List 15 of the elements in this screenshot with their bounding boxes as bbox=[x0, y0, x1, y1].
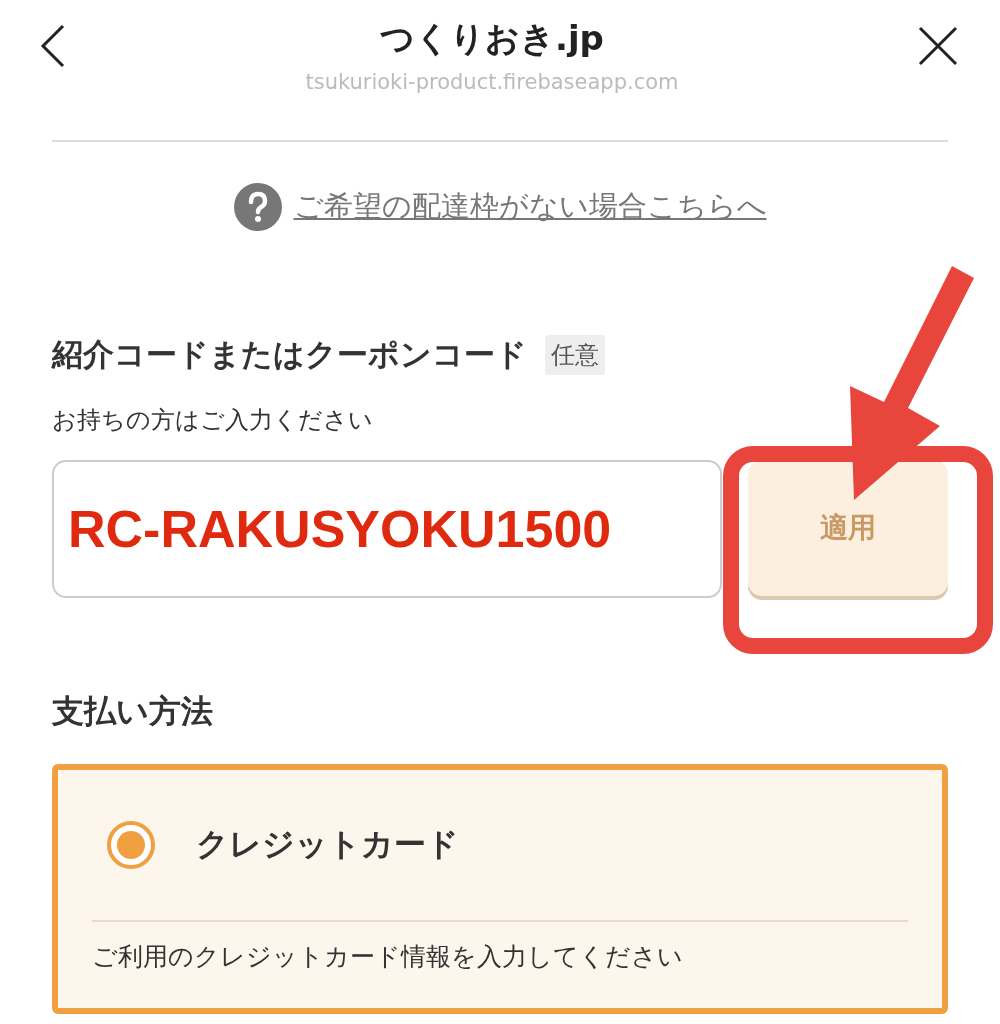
payment-option-card[interactable]: クレジットカード ご利用のクレジットカード情報を入力してください bbox=[52, 764, 948, 1014]
section-title: 紹介コードまたはクーポンコード bbox=[52, 335, 527, 374]
url-text: tsukurioki-product.firebaseapp.com bbox=[305, 70, 679, 94]
option-description: ご利用のクレジットカード情報を入力してください bbox=[92, 941, 684, 973]
optional-badge: 任意 bbox=[545, 335, 605, 375]
back-icon[interactable] bbox=[40, 24, 66, 68]
coupon-input-field[interactable]: RC-RAKUSYOKU1500 bbox=[52, 460, 722, 598]
radio-button[interactable] bbox=[106, 820, 156, 870]
hint-text: お持ちの方はご入力ください bbox=[52, 405, 374, 436]
option-label: クレジットカード bbox=[196, 824, 459, 865]
help-link[interactable]: ご希望の配達枠がない場合こちらへ bbox=[293, 187, 767, 227]
close-icon[interactable] bbox=[918, 26, 958, 66]
section-title: 支払い方法 bbox=[52, 691, 214, 732]
page-title: つくりおき.jp bbox=[380, 17, 604, 60]
help-icon bbox=[233, 183, 282, 231]
